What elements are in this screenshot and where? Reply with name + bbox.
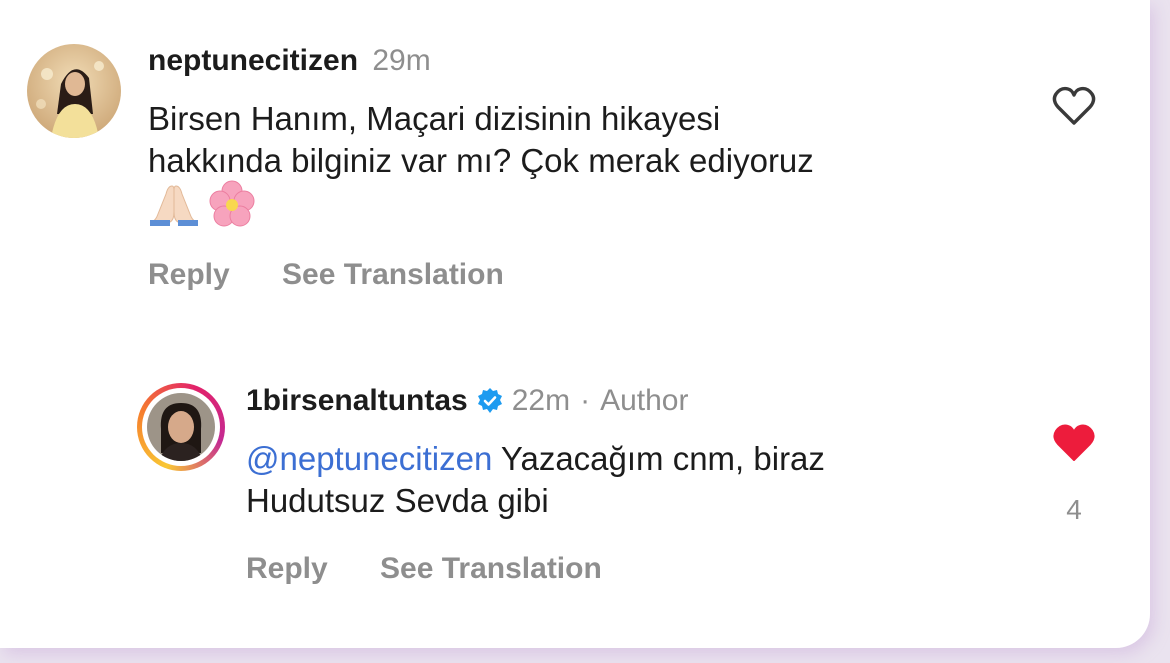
comment-see-translation-button[interactable]: See Translation (282, 258, 504, 291)
avatar-1birsenaltuntas[interactable] (137, 383, 225, 471)
reply-username[interactable]: 1birsenaltuntas (246, 384, 468, 418)
heart-outline-icon (1052, 86, 1096, 125)
author-badge: Author (600, 384, 689, 417)
comment-text-line: Birsen Hanım, Maçari dizisinin hikayesi (148, 100, 721, 137)
reply-text-line: @neptunecitizen Yazacağım cnm, biraz (246, 438, 1026, 480)
cherry-blossom-icon (206, 180, 258, 238)
comment-header: neptunecitizen 29m (148, 44, 431, 78)
reply-text-line: Hudutsuz Sevda gibi (246, 482, 549, 519)
heart-filled-icon (1053, 424, 1095, 461)
praying-hands-icon (148, 182, 200, 236)
reply-like-button[interactable] (1052, 423, 1096, 463)
reply-see-translation-button[interactable]: See Translation (380, 552, 602, 585)
comment-text: Birsen Hanım, Maçari dizisinin hikayesi … (148, 98, 1028, 234)
comment-username[interactable]: neptunecitizen (148, 44, 358, 77)
reply-header: 1birsenaltuntas 22m · Author (246, 384, 688, 418)
reply-text-rest: Yazacağım cnm, biraz (500, 440, 825, 477)
avatar-neptunecitizen[interactable] (27, 44, 121, 138)
comment-actions: Reply See Translation (148, 258, 504, 292)
reply-mention-link[interactable]: @neptunecitizen (246, 440, 492, 477)
comment-timestamp: 29m (372, 44, 431, 77)
comment-like-button[interactable] (1052, 86, 1096, 126)
reply-meta-separator: · (580, 384, 591, 417)
reply-reply-button[interactable]: Reply (246, 552, 328, 585)
reply-like-count: 4 (1066, 494, 1082, 525)
comments-panel: neptunecitizen 29m Birsen Hanım, Maçari … (0, 0, 1150, 648)
comment-emojis (148, 180, 1028, 236)
reply-timestamp: 22m (511, 384, 571, 417)
reply-actions: Reply See Translation (246, 552, 602, 586)
reply-text: @neptunecitizen Yazacağım cnm, biraz Hud… (246, 438, 1026, 522)
comment-reply-button[interactable]: Reply (148, 258, 230, 291)
verified-badge-icon (476, 387, 504, 415)
comment-text-line: hakkında bilginiz var mı? Çok merak ediy… (148, 142, 814, 179)
